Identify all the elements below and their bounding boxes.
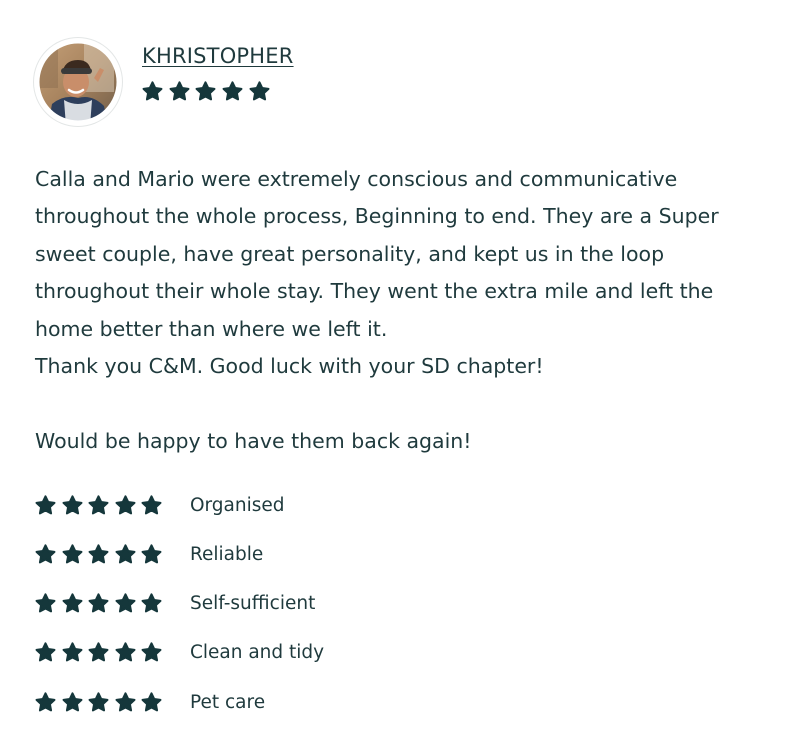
category-stars: [35, 544, 168, 565]
star-icon: [115, 544, 136, 564]
star-icon: [141, 593, 162, 613]
star-icon: [62, 642, 83, 662]
category-label: Reliable: [189, 543, 264, 565]
category-stars: [35, 593, 168, 614]
review-paragraph: Calla and Mario were extremely conscious…: [35, 167, 726, 341]
star-icon: [115, 494, 136, 514]
star-icon: [249, 81, 270, 101]
review-card: KHRISTOPHER Calla and Mario were extreme…: [0, 0, 788, 734]
category-ratings: Organised Reliable Self-sufficient Clean an…: [35, 490, 535, 736]
star-icon: [62, 494, 83, 514]
category-stars: [35, 692, 168, 713]
star-icon: [222, 81, 243, 101]
star-icon: [115, 593, 136, 613]
review-paragraph: Thank you C&M. Good luck with your SD ch…: [35, 354, 544, 379]
category-row: Organised: [35, 490, 535, 520]
category-row: Self-sufficient: [35, 589, 535, 619]
category-row: Pet care: [35, 687, 535, 717]
star-icon: [141, 642, 162, 662]
star-icon: [195, 81, 216, 101]
star-icon: [35, 494, 56, 514]
star-icon: [35, 642, 56, 662]
category-stars: [35, 494, 168, 516]
star-icon: [62, 593, 83, 613]
category-label: Organised: [189, 494, 285, 516]
review-paragraph: Would be happy to have them back again!: [35, 428, 472, 453]
category-label: Clean and tidy: [189, 642, 325, 664]
star-icon: [35, 593, 56, 613]
category-label: Self-sufficient: [189, 593, 316, 615]
star-icon: [142, 81, 163, 101]
category-row: Clean and tidy: [35, 638, 535, 668]
star-icon: [35, 544, 56, 564]
star-icon: [115, 642, 136, 662]
star-icon: [88, 544, 109, 564]
category-stars: [35, 642, 168, 663]
review-text: Calla and Mario were extremely conscious…: [35, 161, 755, 460]
star-icon: [88, 692, 109, 712]
star-icon: [141, 544, 162, 564]
star-icon: [141, 692, 162, 712]
star-icon: [88, 494, 109, 514]
star-icon: [141, 494, 162, 514]
category-label: Pet care: [189, 691, 266, 713]
overall-rating: [142, 81, 270, 102]
star-icon: [62, 544, 83, 564]
star-icon: [62, 692, 83, 712]
category-row: Reliable: [35, 539, 535, 569]
review-paragraph: [35, 385, 755, 422]
star-icon: [88, 593, 109, 613]
avatar-photo: [36, 40, 120, 124]
star-icon: [115, 692, 136, 712]
star-icon: [88, 642, 109, 662]
reviewer-name-link[interactable]: KHRISTOPHER: [142, 44, 294, 68]
star-icon: [169, 81, 190, 101]
star-icon: [35, 692, 56, 712]
avatar[interactable]: [34, 38, 122, 126]
